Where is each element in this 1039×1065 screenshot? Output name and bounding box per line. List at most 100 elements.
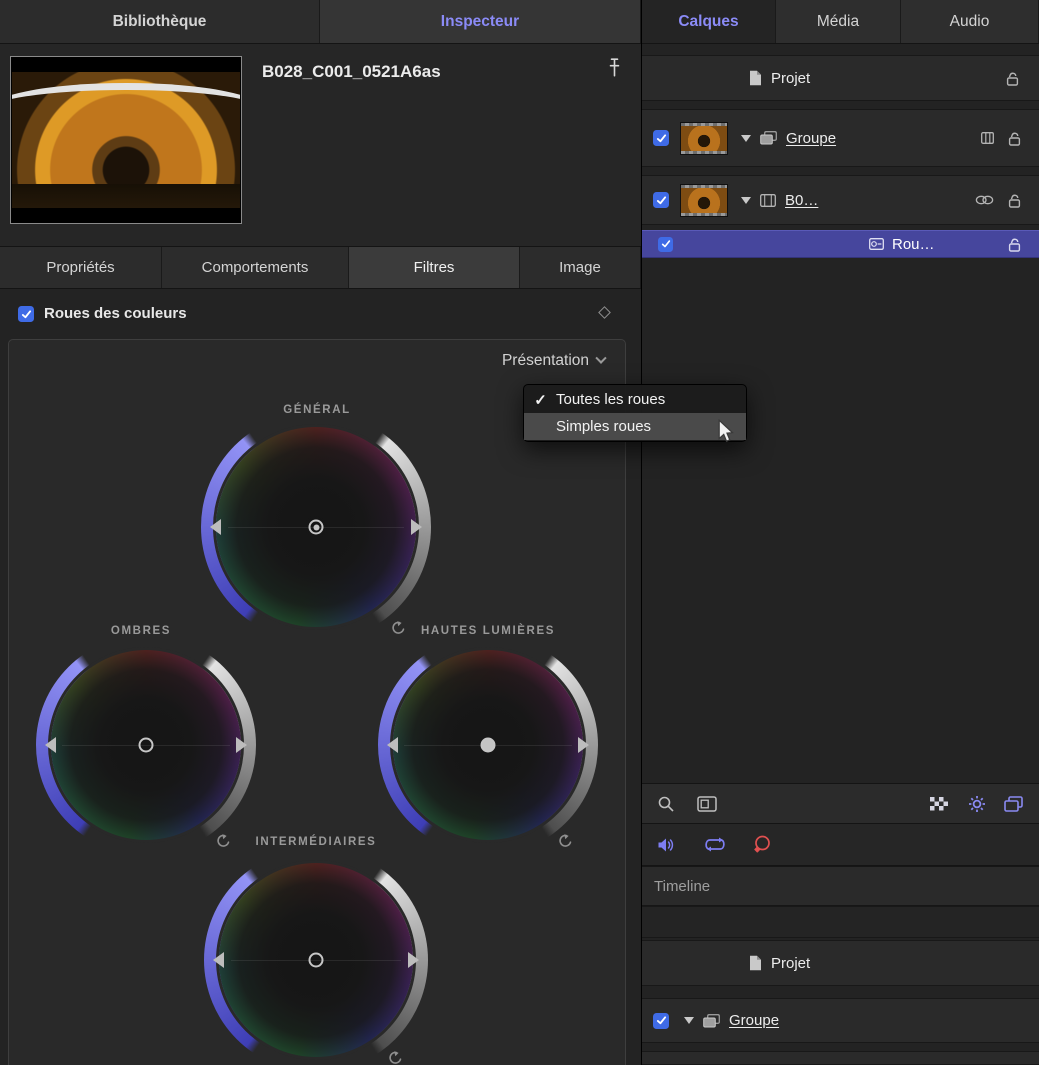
tab-filtres[interactable]: Filtres bbox=[349, 247, 520, 288]
unlock-icon bbox=[1006, 71, 1019, 86]
wheel-puck[interactable] bbox=[139, 738, 154, 753]
right-arrow-handle[interactable] bbox=[408, 952, 419, 968]
tab-bibliotheque-label: Bibliothèque bbox=[113, 13, 207, 31]
wheel-puck[interactable] bbox=[309, 520, 324, 535]
tab-inspecteur[interactable]: Inspecteur bbox=[320, 0, 641, 43]
right-arrow-handle[interactable] bbox=[236, 737, 247, 753]
visibility-checkbox[interactable] bbox=[658, 237, 673, 252]
frame-icon bbox=[697, 796, 717, 812]
keyframe-diamond-icon[interactable] bbox=[598, 306, 611, 319]
disclosure-triangle[interactable] bbox=[684, 1017, 694, 1024]
timeline-header: Timeline bbox=[642, 866, 1039, 906]
tab-audio-label: Audio bbox=[950, 13, 990, 31]
audio-button[interactable] bbox=[657, 837, 676, 853]
layers-view-button[interactable] bbox=[1004, 796, 1023, 812]
inspector-panel: Bibliothèque Inspecteur B028_C001_0521A6… bbox=[0, 0, 641, 1065]
row-b0[interactable]: B0… bbox=[642, 175, 1039, 225]
wheel-puck[interactable] bbox=[309, 953, 324, 968]
document-icon bbox=[749, 955, 762, 971]
visibility-checkbox[interactable] bbox=[653, 130, 669, 146]
gear-icon bbox=[968, 795, 986, 813]
reset-button[interactable] bbox=[558, 834, 573, 848]
wheel-label-ombres: OMBRES bbox=[111, 625, 171, 637]
color-wheel-intermediaires[interactable] bbox=[219, 863, 413, 1057]
reset-button[interactable] bbox=[388, 1051, 403, 1065]
tab-calques[interactable]: Calques bbox=[642, 0, 776, 43]
isolate-button[interactable] bbox=[697, 796, 717, 812]
cursor-icon bbox=[717, 419, 734, 443]
group-icon bbox=[760, 131, 777, 145]
layers-panel: Calques Média Audio Projet Grou bbox=[641, 0, 1039, 1065]
tab-proprietes-label: Propriétés bbox=[46, 259, 114, 276]
layer-thumbnail bbox=[680, 184, 728, 217]
unlock-icon bbox=[1008, 237, 1021, 252]
inspector-tabbar: Bibliothèque Inspecteur bbox=[0, 0, 641, 44]
timeline-row-projet[interactable]: Projet bbox=[642, 940, 1039, 986]
tab-image[interactable]: Image bbox=[520, 247, 641, 288]
search-icon bbox=[657, 795, 675, 813]
motion-window: Bibliothèque Inspecteur B028_C001_0521A6… bbox=[0, 0, 1039, 1065]
inspector-header: B028_C001_0521A6as bbox=[0, 44, 641, 247]
tab-comportements-label: Comportements bbox=[202, 259, 309, 276]
tab-proprietes[interactable]: Propriétés bbox=[0, 247, 162, 288]
lock-button[interactable] bbox=[1008, 193, 1021, 208]
color-wheel-ombres[interactable] bbox=[51, 650, 241, 840]
lock-button[interactable] bbox=[1008, 237, 1021, 252]
lock-button[interactable] bbox=[1006, 71, 1019, 86]
menu-item-simples-roues[interactable]: Simples roues bbox=[524, 413, 746, 440]
timeline-row-groupe[interactable]: Groupe bbox=[642, 998, 1039, 1043]
disclosure-triangle[interactable] bbox=[741, 135, 751, 142]
lock-button[interactable] bbox=[1008, 131, 1021, 146]
settings-button[interactable] bbox=[968, 795, 986, 813]
row-groupe[interactable]: Groupe bbox=[642, 109, 1039, 167]
search-button[interactable] bbox=[657, 795, 675, 813]
reset-icon bbox=[558, 834, 573, 848]
disclosure-triangle[interactable] bbox=[741, 197, 751, 204]
film-icon bbox=[760, 194, 776, 207]
left-arrow-handle[interactable] bbox=[45, 737, 56, 753]
timeline-empty-row bbox=[642, 906, 1039, 938]
visibility-checkbox[interactable] bbox=[653, 1013, 669, 1029]
wheel-label-hautes-lumieres: HAUTES LUMIÈRES bbox=[421, 625, 555, 637]
visibility-checkbox[interactable] bbox=[653, 192, 669, 208]
tab-comportements[interactable]: Comportements bbox=[162, 247, 349, 288]
reset-icon bbox=[388, 1051, 403, 1065]
right-arrow-handle[interactable] bbox=[578, 737, 589, 753]
filter-enable-checkbox[interactable] bbox=[18, 306, 34, 322]
menu-item-label: Toutes les roues bbox=[556, 391, 665, 408]
color-wheels-panel: Présentation GÉNÉRAL bbox=[8, 339, 626, 1065]
transparency-button[interactable] bbox=[930, 797, 948, 811]
checkmark-icon bbox=[656, 195, 667, 206]
checkmark-icon bbox=[656, 1015, 667, 1026]
loop-button[interactable] bbox=[704, 837, 726, 852]
project-label: Projet bbox=[771, 70, 810, 87]
right-arrow-handle[interactable] bbox=[411, 519, 422, 535]
tab-audio[interactable]: Audio bbox=[901, 0, 1039, 43]
reset-button[interactable] bbox=[391, 621, 406, 635]
wheel-puck[interactable] bbox=[481, 738, 496, 753]
layer-label: B0… bbox=[785, 192, 818, 209]
presentation-dropdown[interactable]: Présentation bbox=[502, 352, 605, 370]
timeline-partial-row bbox=[642, 1051, 1039, 1065]
left-arrow-handle[interactable] bbox=[213, 952, 224, 968]
row-roues-filter[interactable]: Rou… bbox=[642, 230, 1039, 258]
project-label: Projet bbox=[771, 955, 810, 972]
link-icon[interactable] bbox=[975, 195, 994, 205]
pin-button[interactable] bbox=[608, 58, 621, 77]
reset-icon bbox=[391, 621, 406, 635]
color-wheel-general[interactable] bbox=[216, 427, 416, 627]
row-projet[interactable]: Projet bbox=[642, 55, 1039, 101]
tab-filtres-label: Filtres bbox=[414, 259, 455, 276]
menu-item-toutes-les-roues[interactable]: ✓ Toutes les roues bbox=[524, 386, 746, 413]
reset-button[interactable] bbox=[216, 834, 231, 848]
color-wheel-hautes-lumieres[interactable] bbox=[393, 650, 583, 840]
columns-icon[interactable] bbox=[981, 132, 994, 144]
left-arrow-handle[interactable] bbox=[210, 519, 221, 535]
rasterize-button[interactable] bbox=[752, 835, 772, 854]
audio-toolbar bbox=[642, 823, 1039, 866]
overlapping-squares-icon bbox=[1004, 796, 1023, 812]
red-circle-diamond-icon bbox=[752, 835, 772, 854]
tab-media[interactable]: Média bbox=[776, 0, 901, 43]
left-arrow-handle[interactable] bbox=[387, 737, 398, 753]
tab-bibliotheque[interactable]: Bibliothèque bbox=[0, 0, 320, 43]
